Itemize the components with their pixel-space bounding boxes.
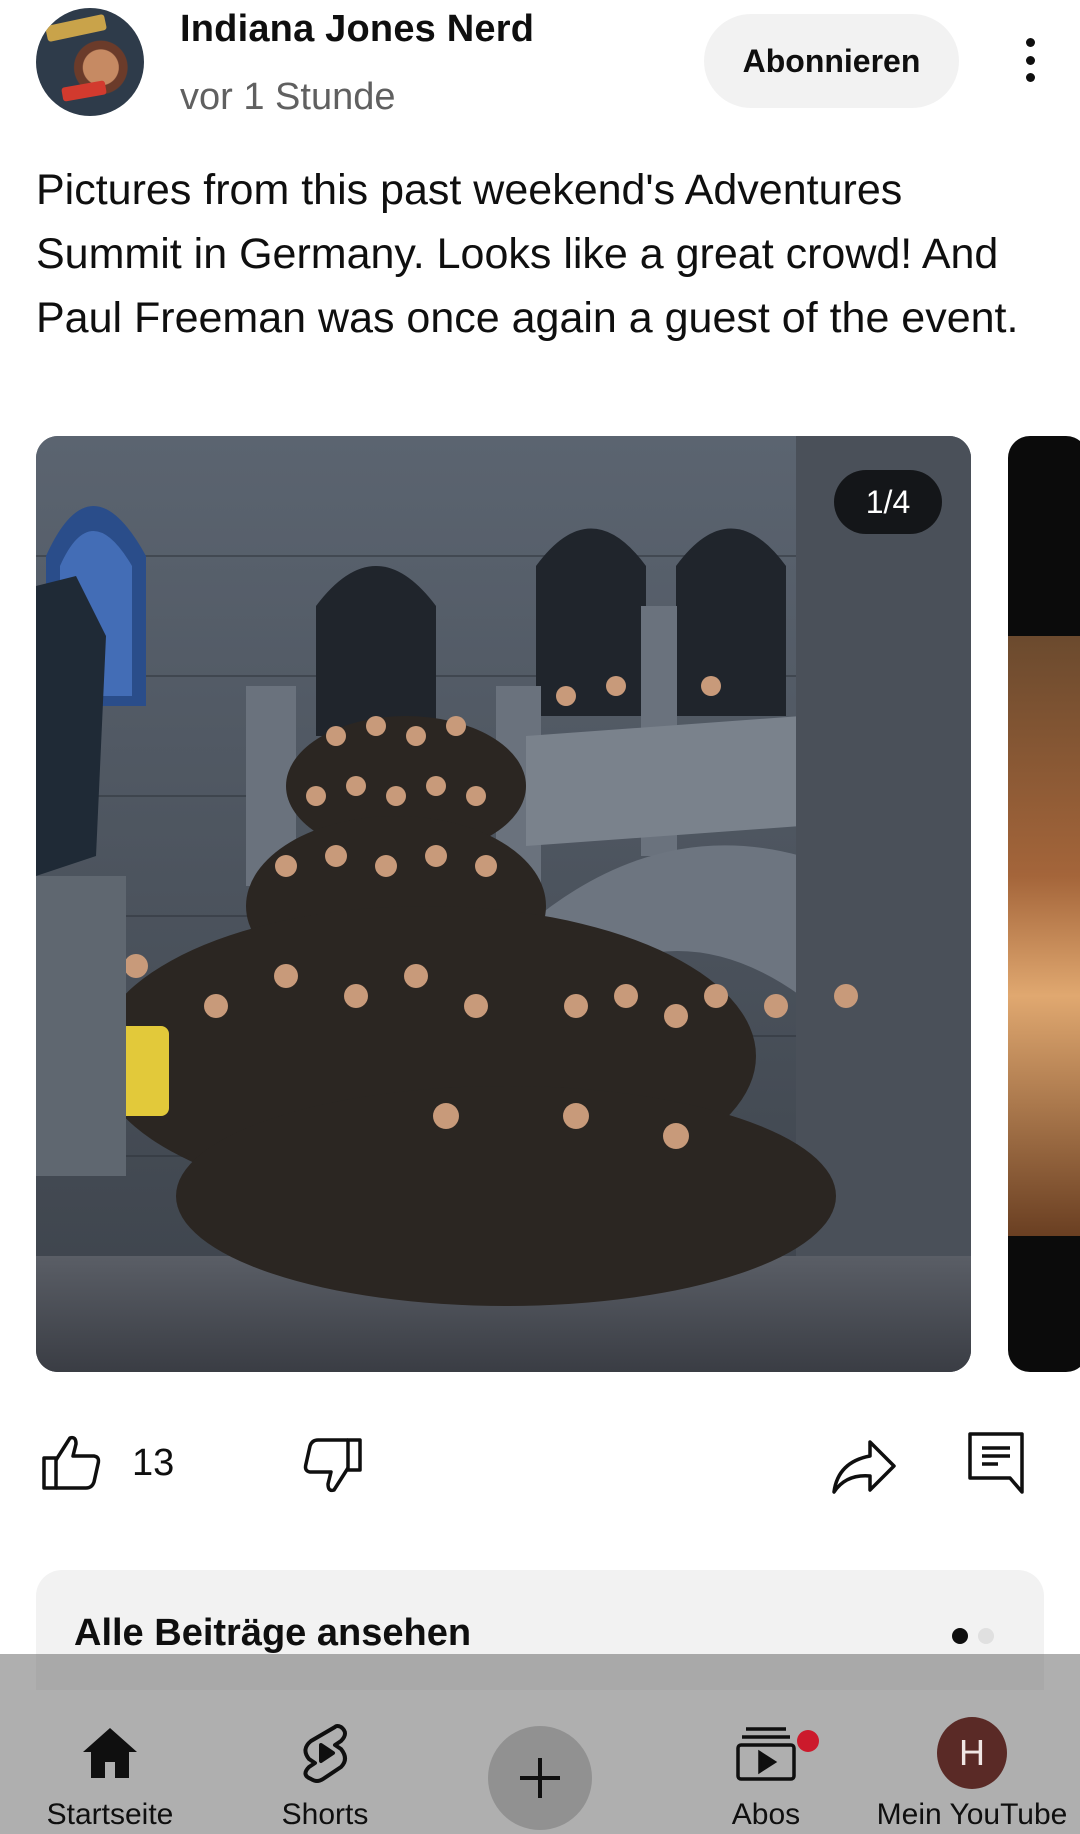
post-image[interactable] — [36, 436, 971, 1372]
nav-item-home[interactable]: Startseite — [40, 1704, 180, 1834]
next-image-content — [1008, 636, 1080, 1236]
more-options-icon[interactable] — [1010, 30, 1050, 90]
next-image-preview[interactable] — [1008, 436, 1080, 1372]
nav-item-my-youtube[interactable]: H Mein YouTube — [872, 1704, 1072, 1834]
carousel-pager — [952, 1626, 1000, 1646]
create-plus-icon — [488, 1726, 592, 1830]
nav-item-subscriptions[interactable]: Abos — [706, 1704, 826, 1834]
like-count: 13 — [132, 1442, 175, 1484]
pager-dot-active — [952, 1628, 968, 1644]
channel-name[interactable]: Indiana Jones Nerd — [180, 8, 534, 51]
profile-avatar-letter: H — [937, 1717, 1007, 1789]
nav-label-subscriptions: Abos — [731, 1798, 801, 1831]
image-counter-badge: 1/4 — [834, 470, 942, 534]
comment-icon[interactable] — [966, 1430, 1026, 1496]
subscriptions-icon — [731, 1718, 819, 1788]
shorts-icon — [290, 1718, 360, 1788]
menu-dot — [1025, 73, 1035, 82]
nav-item-shorts[interactable]: Shorts — [260, 1704, 390, 1834]
post-actions-bar: 13 — [0, 1420, 1080, 1520]
subscribe-button[interactable]: Abonnieren — [704, 14, 959, 108]
dislike-icon[interactable] — [300, 1434, 364, 1498]
profile-avatar: H — [937, 1717, 1007, 1789]
pager-dot-inactive — [978, 1628, 994, 1644]
like-icon[interactable] — [40, 1430, 104, 1494]
group-photo-illustration — [36, 436, 971, 1372]
home-icon — [75, 1718, 145, 1788]
notification-dot — [797, 1730, 819, 1752]
all-posts-link[interactable]: Alle Beiträge ansehen — [74, 1612, 471, 1655]
share-icon[interactable] — [830, 1434, 898, 1498]
channel-logo-graphic-bottom — [61, 80, 107, 102]
post-timestamp: vor 1 Stunde — [180, 76, 396, 118]
bottom-navigation-bar: Startseite Shorts Abos H Mein YouTube — [0, 1704, 1080, 1834]
nav-label-shorts: Shorts — [281, 1798, 369, 1831]
channel-logo-graphic — [44, 13, 108, 43]
community-post-screen: Indiana Jones Nerd vor 1 Stunde Abonnier… — [0, 0, 1080, 1834]
menu-dot — [1025, 55, 1035, 65]
nav-item-create[interactable] — [488, 1704, 592, 1834]
nav-label-my-youtube: Mein YouTube — [876, 1798, 1068, 1831]
post-body-text: Pictures from this past weekend's Advent… — [36, 166, 1019, 342]
channel-avatar[interactable] — [36, 8, 144, 116]
menu-dot — [1025, 38, 1035, 47]
post-header: Indiana Jones Nerd vor 1 Stunde Abonnier… — [0, 0, 1080, 140]
nav-label-home: Startseite — [46, 1798, 174, 1831]
